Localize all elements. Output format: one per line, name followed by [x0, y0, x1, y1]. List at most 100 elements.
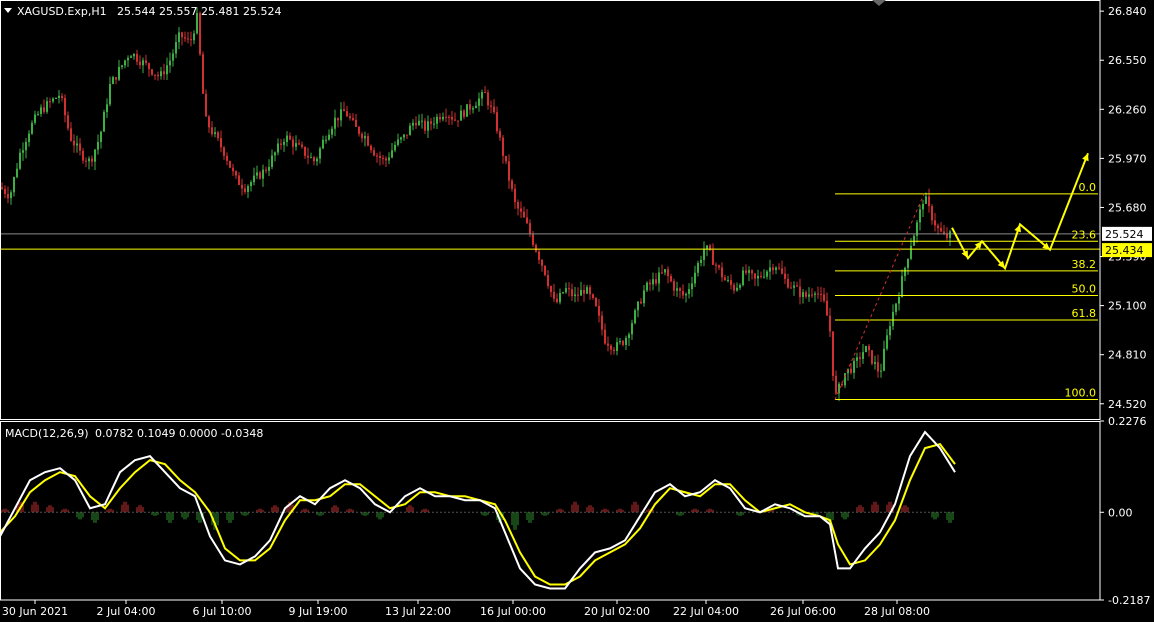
- candle-body: [913, 235, 915, 246]
- candle-body: [526, 217, 528, 224]
- candle-body: [799, 286, 801, 297]
- candle-body: [607, 343, 609, 346]
- candle-body: [946, 233, 948, 239]
- candle-body: [628, 334, 630, 338]
- candle-body: [442, 116, 444, 120]
- candle-body: [52, 98, 54, 102]
- candle-body: [265, 169, 267, 171]
- candle-body: [172, 53, 174, 61]
- candle-body: [817, 293, 819, 295]
- candle-body: [82, 150, 84, 161]
- fib-level-label: 38.2: [1072, 258, 1097, 271]
- candle-body: [517, 202, 519, 209]
- candle-body: [835, 375, 837, 394]
- candle-body: [385, 158, 387, 161]
- candle-body: [160, 71, 162, 77]
- candle-body: [643, 290, 645, 304]
- candle-body: [820, 293, 822, 295]
- candle-body: [901, 276, 903, 298]
- price-y-tick-label: 26.550: [1108, 54, 1147, 67]
- x-tick-label: 30 Jun 2021: [2, 605, 68, 618]
- candle-body: [529, 223, 531, 235]
- candle-body: [418, 120, 420, 126]
- chart-background: [0, 0, 1154, 622]
- candle-body: [589, 287, 591, 295]
- candle-body: [232, 167, 234, 172]
- candle-body: [313, 157, 315, 162]
- candle-body: [880, 370, 882, 372]
- candle-body: [682, 290, 684, 296]
- candle-body: [742, 270, 744, 286]
- candle-body: [685, 293, 687, 296]
- x-tick-label: 13 Jul 22:00: [385, 605, 451, 618]
- candle-body: [304, 146, 306, 156]
- candle-body: [547, 275, 549, 287]
- symbol-label: XAGUSD.Exp,H1: [17, 5, 107, 18]
- candle-body: [319, 148, 321, 159]
- candle-body: [757, 275, 759, 279]
- candle-body: [877, 362, 879, 372]
- candle-body: [694, 272, 696, 284]
- candle-body: [361, 133, 363, 139]
- candle-body: [832, 331, 834, 376]
- candle-body: [718, 265, 720, 268]
- candle-body: [841, 383, 843, 386]
- candle-body: [637, 301, 639, 311]
- candle-body: [883, 348, 885, 371]
- candle-body: [460, 110, 462, 121]
- price-y-tick-label: 25.100: [1108, 300, 1147, 313]
- candle-body: [139, 61, 141, 66]
- candle-body: [778, 267, 780, 269]
- candle-body: [586, 287, 588, 294]
- candle-body: [919, 209, 921, 223]
- candle-body: [271, 155, 273, 167]
- candle-body: [493, 106, 495, 113]
- candle-body: [505, 155, 507, 162]
- candle-body: [631, 323, 633, 335]
- candle-body: [328, 134, 330, 140]
- candle-body: [475, 105, 477, 109]
- candle-body: [724, 277, 726, 281]
- candle-body: [535, 244, 537, 252]
- candle-body: [775, 267, 777, 270]
- candle-body: [178, 32, 180, 43]
- candle-body: [292, 139, 294, 147]
- candle-body: [700, 259, 702, 263]
- candle-body: [721, 267, 723, 278]
- candle-body: [22, 150, 24, 153]
- candle-body: [859, 357, 861, 359]
- candle-body: [652, 279, 654, 285]
- candle-body: [796, 285, 798, 287]
- candle-body: [532, 234, 534, 245]
- candle-body: [19, 152, 21, 169]
- candle-body: [382, 157, 384, 159]
- candle-body: [613, 349, 615, 351]
- chart-canvas[interactable]: 0.0 23.6 38.2 50.0 61.8 100.0 26.840 26.550 26.…: [0, 0, 1154, 622]
- candle-body: [331, 128, 333, 135]
- candle-body: [451, 116, 453, 120]
- candle-body: [478, 98, 480, 106]
- candle-body: [508, 161, 510, 181]
- candle-body: [400, 137, 402, 140]
- candle-body: [298, 143, 300, 145]
- candle-body: [301, 144, 303, 147]
- candle-body: [553, 291, 555, 299]
- candle-body: [433, 123, 435, 125]
- candle-body: [268, 166, 270, 171]
- candle-body: [928, 196, 930, 207]
- candle-body: [931, 206, 933, 221]
- candle-body: [49, 101, 51, 103]
- candle-body: [454, 119, 456, 121]
- candle-body: [379, 155, 381, 158]
- candle-body: [157, 74, 159, 77]
- candle-body: [79, 143, 81, 151]
- candle-body: [427, 121, 429, 131]
- candle-body: [511, 180, 513, 189]
- candle-body: [76, 143, 78, 146]
- candle-body: [784, 273, 786, 279]
- candle-body: [826, 300, 828, 316]
- candle-body: [871, 350, 873, 364]
- candle-body: [802, 292, 804, 297]
- candle-body: [904, 267, 906, 277]
- candle-body: [415, 122, 417, 126]
